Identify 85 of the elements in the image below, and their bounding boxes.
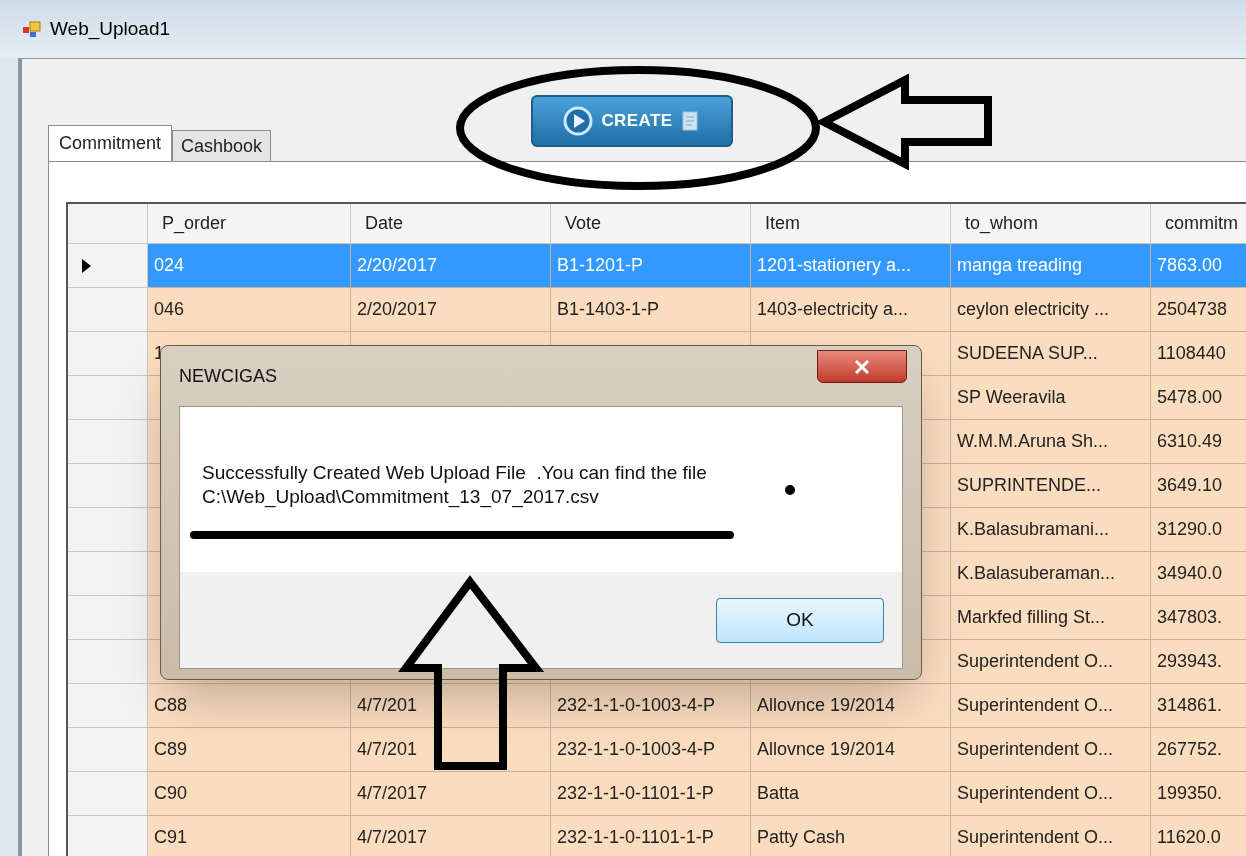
row-header[interactable] <box>68 552 148 596</box>
table-cell: 4/7/2017 <box>351 772 551 816</box>
table-cell: 34940.0 <box>1151 552 1246 596</box>
row-header[interactable] <box>68 288 148 332</box>
dot-mark <box>785 485 795 495</box>
table-cell: 11620.0 <box>1151 816 1246 856</box>
table-cell: 024 <box>148 244 351 288</box>
table-cell: K.Balasuberaman... <box>951 552 1151 596</box>
table-cell: 314861. <box>1151 684 1246 728</box>
row-header[interactable] <box>68 376 148 420</box>
table-cell: Markfed filling St... <box>951 596 1151 640</box>
table-cell: Allovnce 19/2014 <box>751 728 951 772</box>
column-header[interactable]: Vote <box>551 204 751 244</box>
ok-button[interactable]: OK <box>716 598 884 643</box>
table-cell: C88 <box>148 684 351 728</box>
table-cell: Superintendent O... <box>951 640 1151 684</box>
column-header[interactable]: commitm <box>1151 204 1246 244</box>
close-button[interactable] <box>817 350 907 383</box>
tab[interactable]: Commitment <box>48 125 172 161</box>
table-cell: B1-1201-P <box>551 244 751 288</box>
table-cell: Allovnce 19/2014 <box>751 684 951 728</box>
column-header[interactable]: Item <box>751 204 951 244</box>
row-header[interactable] <box>68 464 148 508</box>
table-cell: W.M.M.Aruna Sh... <box>951 420 1151 464</box>
table-cell: 232-1-1-0-1101-1-P <box>551 772 751 816</box>
row-header[interactable] <box>68 816 148 856</box>
table-cell: ceylon electricity ... <box>951 288 1151 332</box>
row-header[interactable] <box>68 684 148 728</box>
column-header[interactable]: Date <box>351 204 551 244</box>
table-cell: 1201-stationery a... <box>751 244 951 288</box>
table-cell: 232-1-1-0-1003-4-P <box>551 728 751 772</box>
column-header[interactable]: to_whom <box>951 204 1151 244</box>
table-cell: Superintendent O... <box>951 772 1151 816</box>
column-header[interactable]: P_order <box>148 204 351 244</box>
table-cell: Superintendent O... <box>951 728 1151 772</box>
table-cell: 046 <box>148 288 351 332</box>
table-cell: 31290.0 <box>1151 508 1246 552</box>
document-icon <box>680 110 701 132</box>
table-cell: 3649.10 <box>1151 464 1246 508</box>
table-cell: Superintendent O... <box>951 816 1151 856</box>
tab[interactable]: Cashbook <box>172 130 272 161</box>
row-header[interactable] <box>68 772 148 816</box>
row-header[interactable] <box>68 244 148 288</box>
table-cell: 293943. <box>1151 640 1246 684</box>
table-cell: K.Balasubramani... <box>951 508 1151 552</box>
row-header[interactable] <box>68 640 148 684</box>
table-cell: 7863.00 <box>1151 244 1246 288</box>
message-text: Successfully Created Web Upload File .You can find the file <box>202 461 707 485</box>
table-cell: C90 <box>148 772 351 816</box>
table-cell: C91 <box>148 816 351 856</box>
table-cell: 2504738 <box>1151 288 1246 332</box>
window-title: Web_Upload1 <box>50 16 171 42</box>
table-cell: 2/20/2017 <box>351 244 551 288</box>
table-cell: SUPRINTENDE... <box>951 464 1151 508</box>
row-header[interactable] <box>68 596 148 640</box>
table-cell: 4/7/2017 <box>351 816 551 856</box>
row-pointer-icon <box>82 258 91 273</box>
table-cell: 5478.00 <box>1151 376 1246 420</box>
table-cell: Batta <box>751 772 951 816</box>
table-cell: SUDEENA SUP... <box>951 332 1151 376</box>
table-cell: 4/7/201 <box>351 684 551 728</box>
create-button[interactable]: CREATE <box>531 95 733 147</box>
play-icon <box>563 106 594 136</box>
table-cell: 232-1-1-0-1101-1-P <box>551 816 751 856</box>
app-icon <box>22 20 42 38</box>
table-cell: 1403-electricity a... <box>751 288 951 332</box>
row-header[interactable] <box>68 332 148 376</box>
table-cell: 199350. <box>1151 772 1246 816</box>
table-cell: 1108440 <box>1151 332 1246 376</box>
table-cell: manga treading <box>951 244 1151 288</box>
message-text: C:\Web_Upload\Commitment_13_07_2017.csv <box>202 485 599 509</box>
table-cell: Patty Cash <box>751 816 951 856</box>
table-cell: 6310.49 <box>1151 420 1246 464</box>
row-header[interactable] <box>68 508 148 552</box>
table-cell: B1-1403-1-P <box>551 288 751 332</box>
row-header[interactable] <box>68 420 148 464</box>
table-cell: Superintendent O... <box>951 684 1151 728</box>
table-cell: 267752. <box>1151 728 1246 772</box>
table-cell: 2/20/2017 <box>351 288 551 332</box>
table-cell: 232-1-1-0-1003-4-P <box>551 684 751 728</box>
table-cell: C89 <box>148 728 351 772</box>
close-icon <box>854 359 870 374</box>
table-cell: SP Weeravila <box>951 376 1151 420</box>
table-cell: 347803. <box>1151 596 1246 640</box>
row-header[interactable] <box>68 728 148 772</box>
